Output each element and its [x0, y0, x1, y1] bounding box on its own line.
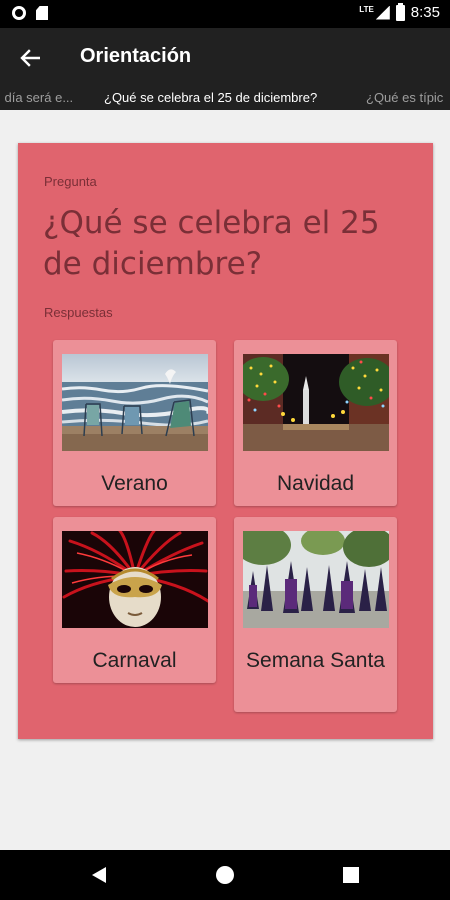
- answer-card-navidad[interactable]: Navidad: [234, 340, 397, 506]
- answer-card-verano[interactable]: Verano: [53, 340, 216, 506]
- sd-card-icon: [36, 6, 48, 20]
- nav-home-icon[interactable]: [216, 866, 234, 884]
- answers-label: Respuestas: [44, 305, 113, 320]
- ticker-current-question[interactable]: ¿Qué se celebra el 25 de diciembre?: [104, 90, 317, 105]
- battery-icon: [395, 2, 405, 21]
- question-card: Pregunta ¿Qué se celebra el 25 de diciem…: [18, 143, 433, 739]
- answer-label: Verano: [101, 472, 168, 495]
- signal-icon: [375, 5, 390, 20]
- question-ticker[interactable]: l día será e... ¿Qué se celebra el 25 de…: [0, 86, 450, 110]
- page-title: Orientación: [80, 45, 192, 67]
- app-bar: Orientación: [0, 28, 450, 86]
- answer-label: Navidad: [276, 472, 355, 495]
- clock: 8:35: [410, 4, 440, 21]
- arrow-left-icon: [20, 49, 40, 67]
- beach-chairs-image: [62, 354, 208, 451]
- procession-image: [243, 531, 389, 628]
- system-nav-bar: [0, 850, 450, 900]
- answer-label: Semana Santa: [246, 649, 385, 672]
- carnival-mask-image: [62, 531, 208, 628]
- nav-back-icon[interactable]: [92, 867, 106, 883]
- christmas-lights-image: [243, 354, 389, 451]
- network-type: LTE: [359, 5, 374, 14]
- back-button[interactable]: [14, 42, 46, 74]
- question-label: Pregunta: [44, 174, 97, 189]
- ticker-prev-question[interactable]: l día será e...: [0, 90, 73, 105]
- notification-icon: [12, 6, 26, 20]
- answer-card-semana-santa[interactable]: Semana Santa: [234, 517, 397, 712]
- answer-label: Carnaval: [92, 649, 177, 672]
- ticker-next-question[interactable]: ¿Qué es típic: [366, 90, 443, 105]
- answer-card-carnaval[interactable]: Carnaval: [53, 517, 216, 683]
- status-bar: LTE 8:35: [0, 0, 450, 28]
- question-text: ¿Qué se celebra el 25 de diciembre?: [43, 205, 380, 282]
- nav-recents-icon[interactable]: [343, 867, 359, 883]
